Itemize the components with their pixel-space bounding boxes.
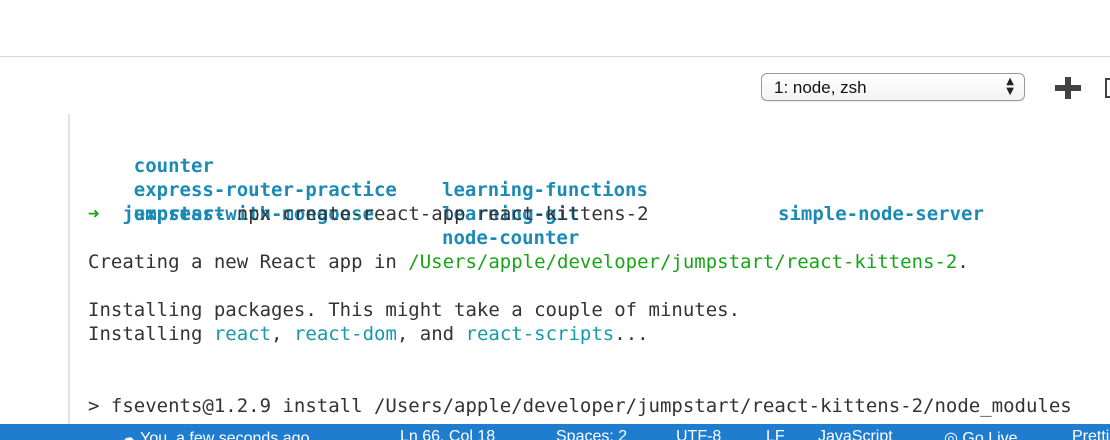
installing-prefix: Installing [88, 323, 214, 345]
encoding-setting[interactable]: UTF-8 [676, 428, 721, 440]
new-terminal-plus-icon[interactable] [1055, 77, 1081, 99]
select-arrows-icon: ▲ ▼ [1006, 76, 1014, 97]
creating-suffix: . [957, 251, 969, 273]
creating-prefix: Creating a new React app in [88, 251, 409, 273]
terminal-select[interactable]: 1: node, zsh ▲ ▼ [761, 73, 1025, 101]
creating-path: /Users/apple/developer/jumpstart/react-k… [408, 251, 958, 273]
package-react: react [213, 323, 272, 345]
command-text: npx create-react-app react-kittens-2 [236, 203, 649, 225]
prompt-line: ➜ jumpstart npx create-react-app react-k… [88, 202, 649, 226]
prompt-dir: jumpstart [122, 203, 226, 225]
eol-setting[interactable]: LF [766, 428, 785, 440]
live-share-label: You, a few seconds ago [140, 430, 310, 440]
installing-suffix: ... [614, 323, 649, 345]
terminal-output[interactable]: counter learning-functions simple-node-s… [68, 114, 1110, 424]
status-bar: ☁ You, a few seconds ago Ln 66, Col 18 S… [0, 424, 1110, 440]
fsevents-line: > fsevents@1.2.9 install /Users/apple/de… [88, 395, 1072, 417]
indentation-setting[interactable]: Spaces: 2 [556, 428, 627, 440]
installing-packages-line: Installing react, react-dom, and react-s… [88, 322, 649, 346]
split-terminal-icon[interactable] [1105, 78, 1110, 98]
separator: , and [396, 323, 466, 345]
prompt-arrow-icon: ➜ [88, 203, 100, 225]
person-icon: ☁ [120, 430, 141, 440]
go-live-button[interactable]: ◎ Go Live [944, 428, 1018, 440]
package-react-dom: react-dom [293, 323, 397, 345]
separator: , [271, 323, 294, 345]
terminal-select-value: 1: node, zsh [774, 78, 867, 97]
cursor-position[interactable]: Ln 66, Col 18 [400, 428, 495, 440]
prettier-status[interactable]: Prettier [1072, 428, 1110, 440]
editor-area [0, 0, 1110, 57]
installing-line: Installing packages. This might take a c… [88, 299, 741, 321]
dir-entry: node-counter [442, 227, 580, 249]
language-mode[interactable]: JavaScript [818, 428, 893, 440]
dir-entry: learning-functions [442, 179, 648, 201]
package-react-scripts: react-scripts [465, 323, 615, 345]
live-share-status[interactable]: ☁ You, a few seconds ago [120, 428, 309, 440]
go-live-label: Go Live [962, 430, 1018, 440]
broadcast-icon: ◎ [944, 430, 963, 440]
dir-entry: simple-node-server [778, 203, 984, 225]
creating-line: Creating a new React app in /Users/apple… [88, 250, 969, 274]
